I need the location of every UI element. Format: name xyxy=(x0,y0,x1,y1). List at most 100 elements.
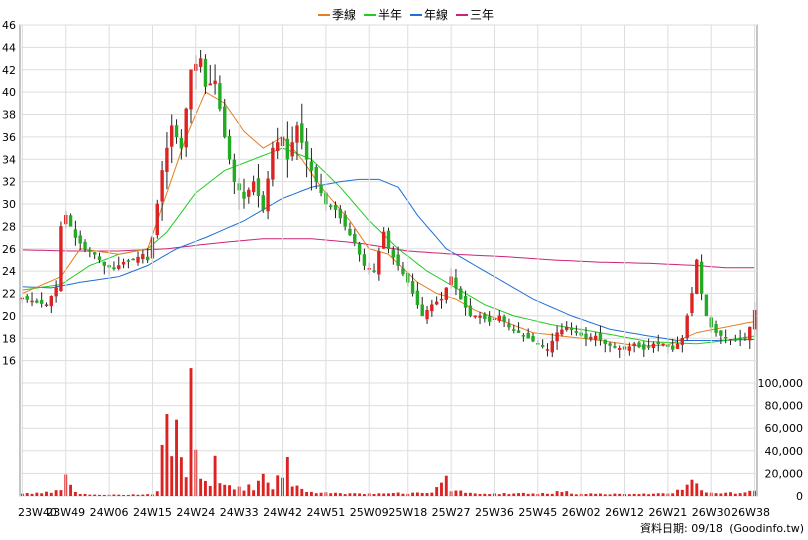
price-tick-label: 40 xyxy=(2,86,16,99)
candle-body xyxy=(247,189,251,197)
volume-bar xyxy=(574,494,578,496)
candle-body xyxy=(131,258,135,261)
candle-body xyxy=(728,339,733,341)
x-tick-label: 24W15 xyxy=(133,506,172,519)
volume-bar xyxy=(594,493,598,496)
volume-tick-label: 60,000 xyxy=(765,422,804,435)
candle-body xyxy=(632,343,636,346)
volume-bar xyxy=(627,494,631,496)
candle-body xyxy=(329,205,333,208)
candle-body xyxy=(584,333,588,339)
price-tick-label: 18 xyxy=(2,332,16,345)
price-tick-label: 22 xyxy=(2,288,16,301)
candle-body xyxy=(184,108,188,148)
candle-body xyxy=(88,250,92,252)
candle-body xyxy=(656,341,660,345)
candle-body xyxy=(618,348,622,350)
volume-bar xyxy=(160,444,164,496)
volume-bar xyxy=(141,494,145,496)
volume-bar xyxy=(146,494,150,496)
volume-bar xyxy=(637,494,641,496)
x-tick-label: 26W38 xyxy=(731,506,770,519)
candle-body xyxy=(401,268,405,275)
volume-bar xyxy=(309,491,313,496)
candle-body xyxy=(507,323,511,328)
x-tick-label: 25W36 xyxy=(475,506,514,519)
candle-body xyxy=(565,326,569,330)
volume-bar xyxy=(743,492,747,496)
volume-bar xyxy=(676,489,679,496)
volume-bar xyxy=(748,490,752,496)
candle-body xyxy=(680,338,685,345)
price-tick-label: 28 xyxy=(2,220,16,233)
x-tick-label: 25W45 xyxy=(518,506,557,519)
volume-bar xyxy=(334,492,337,496)
volume-bar xyxy=(401,493,405,496)
volume-bar xyxy=(276,475,280,496)
price-tick-label: 34 xyxy=(2,153,16,166)
candle-body xyxy=(362,254,367,266)
candle-body xyxy=(223,106,227,138)
volume-bar xyxy=(512,493,516,496)
candle-body xyxy=(574,331,579,333)
candle-body xyxy=(685,315,689,338)
volume-bar xyxy=(54,490,58,496)
volume-bar xyxy=(136,494,140,496)
candle-body xyxy=(651,343,656,349)
candle-body xyxy=(49,296,54,307)
volume-bar xyxy=(232,489,236,496)
x-tick-label: 25W27 xyxy=(432,506,471,519)
volume-bar xyxy=(170,456,174,496)
x-tick-label: 26W30 xyxy=(692,506,731,519)
candle-body xyxy=(699,261,704,294)
volume-bar xyxy=(488,494,492,496)
x-tick-label: 24W06 xyxy=(90,506,129,519)
candle-body xyxy=(738,337,742,340)
volume-bar xyxy=(199,478,203,496)
volume-bar xyxy=(531,493,535,496)
volume-bar xyxy=(468,492,472,496)
candle-body xyxy=(160,170,164,202)
volume-tick-label: 100,000 xyxy=(758,377,804,390)
volume-bar xyxy=(435,487,439,496)
volume-bar xyxy=(521,492,525,496)
volume-axis: 0 20,000 40,000 60,000 80,000 100,000 xyxy=(758,377,804,503)
candle-body xyxy=(459,288,463,300)
footer-source: (Goodinfo.tw) xyxy=(729,522,804,535)
legend: 季線 半年 年線 三年 xyxy=(318,7,494,22)
price-tick-label: 44 xyxy=(2,41,16,54)
candle-body xyxy=(44,304,49,306)
volume-bar xyxy=(502,493,506,496)
volume-bar xyxy=(165,414,169,496)
volume-bar xyxy=(358,493,362,496)
candle-body xyxy=(468,305,473,317)
volume-bar xyxy=(415,492,419,496)
x-tick-label: 26W02 xyxy=(562,506,601,519)
price-tick-label: 26 xyxy=(2,243,16,256)
volume-bar xyxy=(733,493,737,496)
x-tick-label: 24W24 xyxy=(176,506,215,519)
volume-bar xyxy=(343,494,347,496)
volume-bar xyxy=(45,491,48,496)
volume-bar xyxy=(382,493,386,496)
volume-bar xyxy=(122,495,126,496)
candle-body xyxy=(126,260,131,262)
candle-body xyxy=(266,178,270,212)
candle-body xyxy=(203,58,208,87)
volume-bar xyxy=(680,489,684,496)
volume-bar xyxy=(30,493,34,496)
volume-bar xyxy=(73,491,77,496)
volume-bar xyxy=(155,491,159,496)
volume-bar xyxy=(464,492,468,496)
volume-bar xyxy=(603,494,607,496)
volume-bar xyxy=(59,490,63,496)
volume-bar xyxy=(88,494,92,496)
candle-body xyxy=(545,349,550,351)
candle-body xyxy=(189,69,193,110)
candle-body xyxy=(439,298,444,301)
candle-body xyxy=(531,336,535,342)
candle-body xyxy=(218,83,222,110)
volume-bar xyxy=(613,493,617,496)
candle-body xyxy=(102,261,106,266)
legend-label: 年線 xyxy=(424,7,448,22)
